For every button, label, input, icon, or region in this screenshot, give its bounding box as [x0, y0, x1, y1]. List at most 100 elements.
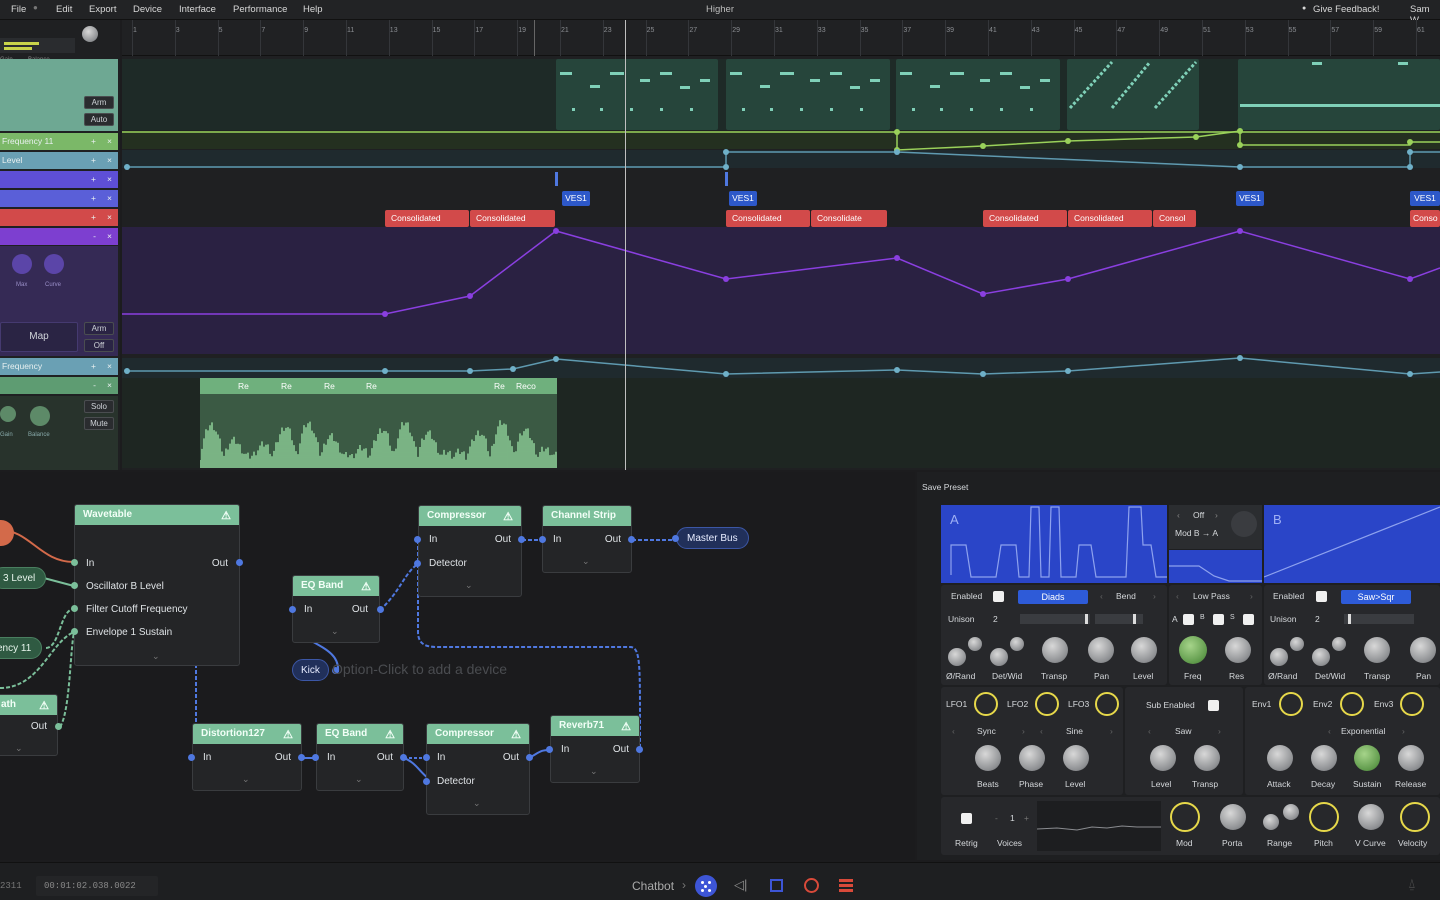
range-knob[interactable]	[1263, 814, 1279, 830]
modulator-freq-pill[interactable]: ency 11	[0, 637, 43, 659]
notification-icon[interactable]: ⍙	[1408, 876, 1416, 892]
pitch-ring[interactable]	[1309, 802, 1339, 832]
level-knob[interactable]	[1063, 745, 1089, 771]
playhead[interactable]	[625, 20, 626, 470]
osc-b-enabled-checkbox[interactable]	[1316, 591, 1327, 602]
lfo1-ring[interactable]	[974, 692, 998, 716]
chatbot-button[interactable]: Chatbot	[632, 879, 674, 893]
dice-icon[interactable]	[695, 875, 717, 897]
filter-b-checkbox[interactable]	[1213, 614, 1224, 625]
release-knob[interactable]	[1398, 745, 1424, 771]
filter-type-select[interactable]: Low Pass	[1193, 591, 1230, 601]
port-dot[interactable]	[414, 560, 421, 567]
voices-decrement[interactable]: -	[995, 813, 998, 823]
record-icon[interactable]	[804, 878, 819, 893]
param-osc-b-level[interactable]: Oscillator B Level	[86, 581, 164, 592]
port-dot[interactable]	[188, 754, 195, 761]
ves-clip[interactable]: VES1	[562, 191, 590, 206]
level-knob[interactable]	[1131, 637, 1157, 663]
chevron-right-icon[interactable]: ›	[1215, 510, 1218, 520]
port-dot[interactable]	[298, 754, 305, 761]
port-dot[interactable]	[539, 536, 546, 543]
chevron-down-icon[interactable]: ⌄	[590, 766, 598, 777]
voices-value[interactable]: 1	[1010, 813, 1015, 823]
chevron-right-icon[interactable]: ›	[1153, 591, 1156, 601]
port-dot[interactable]	[400, 754, 407, 761]
beats-knob[interactable]	[975, 745, 1001, 771]
ves-clip[interactable]: VES1	[1410, 191, 1440, 206]
port-dot[interactable]	[672, 535, 679, 542]
port-dot[interactable]	[236, 559, 243, 566]
compressor-node[interactable]: Compressor ⚠ In Out Detector ⌄	[418, 505, 522, 597]
sub-transp-knob[interactable]	[1194, 745, 1220, 771]
consolidated-clip[interactable]: Consolidated	[1068, 210, 1152, 227]
param-env1-sustain[interactable]: Envelope 1 Sustain	[86, 627, 172, 638]
consolidated-clip[interactable]: Consolidated	[470, 210, 555, 227]
chevron-down-icon[interactable]: ⌄	[355, 774, 363, 785]
port-dot[interactable]	[55, 723, 62, 730]
port-dot[interactable]	[526, 754, 533, 761]
rand-knob[interactable]	[968, 637, 982, 651]
chevron-down-icon[interactable]: ⌄	[152, 651, 160, 662]
reverb-node[interactable]: Reverb71 ⚠ In Out ⌄	[550, 715, 640, 783]
osc-a-display[interactable]: A	[941, 505, 1167, 583]
detune-knob[interactable]	[990, 648, 1008, 666]
osc-a-mode-select[interactable]: Diads	[1018, 590, 1088, 604]
chevron-right-icon[interactable]: ›	[682, 878, 686, 892]
env2-ring[interactable]	[1340, 692, 1364, 716]
bend-select[interactable]: Bend	[1116, 591, 1136, 601]
filter-display[interactable]	[1169, 550, 1262, 583]
consolidated-clip[interactable]: Consolidated	[385, 210, 469, 227]
eq-band-node[interactable]: EQ Band ⚠ In Out ⌄	[292, 575, 380, 643]
phase-knob[interactable]	[948, 648, 966, 666]
voices-increment[interactable]: +	[1024, 813, 1029, 823]
port-dot[interactable]	[546, 746, 553, 753]
save-preset-button[interactable]: Save Preset	[922, 482, 968, 492]
chevron-down-icon[interactable]: ⌄	[242, 774, 250, 785]
sync-select[interactable]: Sync	[977, 726, 996, 736]
consolidated-clip[interactable]: Conso	[1410, 210, 1440, 227]
node-header[interactable]: Channel Strip	[543, 506, 631, 526]
chevron-left-icon[interactable]: ‹	[1176, 591, 1179, 601]
port-dot[interactable]	[636, 746, 643, 753]
chevron-down-icon[interactable]: ⌄	[15, 743, 23, 754]
consolidated-clip[interactable]: Consolidated	[983, 210, 1067, 227]
range-knob-2[interactable]	[1283, 804, 1299, 820]
transp-knob[interactable]	[1042, 637, 1068, 663]
consolidated-clip[interactable]: Consolidate	[811, 210, 887, 227]
distortion-node[interactable]: Distortion127 ⚠ In Out ⌄	[192, 723, 302, 791]
pan-knob[interactable]	[1410, 637, 1436, 663]
sub-shape-select[interactable]: Saw	[1175, 726, 1192, 736]
porta-knob[interactable]	[1220, 804, 1246, 830]
time-display[interactable]: 00:01:02.038.0022	[36, 876, 158, 896]
phase-knob[interactable]	[1270, 648, 1288, 666]
sub-enabled-checkbox[interactable]	[1208, 700, 1219, 711]
node-header[interactable]: Wavetable ⚠	[75, 505, 239, 525]
sub-level-knob[interactable]	[1150, 745, 1176, 771]
compressor-node[interactable]: Compressor ⚠ In Out Detector ⌄	[426, 723, 530, 815]
width-knob[interactable]	[1010, 637, 1024, 651]
env1-tab[interactable]: Env1	[1252, 699, 1271, 709]
lfo3-ring[interactable]	[1095, 692, 1119, 716]
freq-knob[interactable]	[1179, 636, 1207, 664]
node-header[interactable]: Compressor ⚠	[427, 724, 529, 744]
lfo2-ring[interactable]	[1035, 692, 1059, 716]
detune-knob[interactable]	[1312, 648, 1330, 666]
env3-tab[interactable]: Env3	[1374, 699, 1393, 709]
master-bus-node[interactable]: Master Bus	[676, 527, 749, 549]
port-dot[interactable]	[628, 536, 635, 543]
chevron-right-icon[interactable]: ›	[1022, 726, 1025, 736]
retrig-checkbox[interactable]	[961, 813, 972, 824]
chevron-down-icon[interactable]: ⌄	[473, 798, 481, 809]
lfo1-tab[interactable]: LFO1	[946, 699, 967, 709]
shape-select[interactable]: Sine	[1066, 726, 1083, 736]
unison-slider[interactable]	[1020, 614, 1090, 624]
port-dot[interactable]	[71, 605, 78, 612]
chevron-left-icon[interactable]: ‹	[1328, 726, 1331, 736]
param-filter-cutoff[interactable]: Filter Cutoff Frequency	[86, 604, 188, 615]
vcurve-knob[interactable]	[1358, 804, 1384, 830]
velocity-ring[interactable]	[1400, 802, 1430, 832]
port-dot[interactable]	[71, 582, 78, 589]
math-node[interactable]: ath ⚠ Out ⌄	[0, 694, 58, 756]
chevron-left-icon[interactable]: ‹	[952, 726, 955, 736]
